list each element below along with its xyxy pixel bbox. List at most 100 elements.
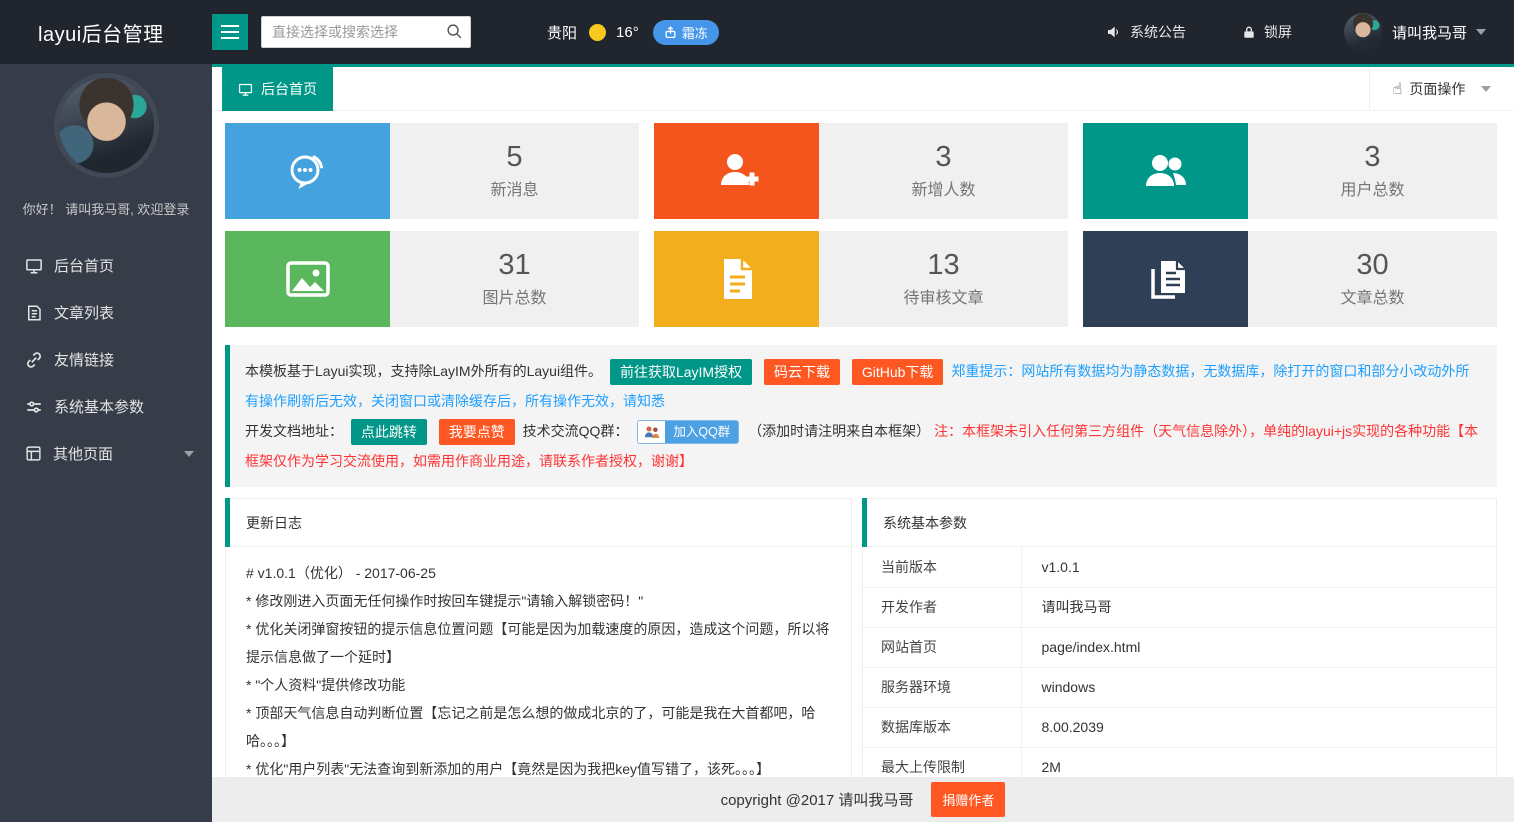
stat-label: 新消息 xyxy=(490,176,538,200)
sidebar: 你好！ 请叫我马哥, 欢迎登录 后台首页 文章列表 友情链接 系统基本参数 其他… xyxy=(0,64,212,822)
quick-search xyxy=(261,16,471,48)
search-input[interactable] xyxy=(261,16,471,48)
chevron-down-icon xyxy=(1481,86,1491,92)
weather-alert-badge[interactable]: 霜冻 xyxy=(653,20,719,45)
docs-label: 开发文档地址： xyxy=(245,423,343,439)
sidebar-item-links[interactable]: 友情链接 xyxy=(0,336,212,383)
table-row: 数据库版本8.00.2039 xyxy=(863,707,1496,747)
join-qq-group-button[interactable]: 加入QQ群 xyxy=(637,420,739,444)
weather-widget[interactable]: 贵阳 16° 霜冻 xyxy=(547,20,719,45)
system-params-panel: 系统基本参数 当前版本v1.0.1 开发作者请叫我马哥 网站首页page/ind… xyxy=(862,498,1497,789)
table-row: 开发作者请叫我马哥 xyxy=(863,587,1496,627)
hand-pointer-icon: ☝ xyxy=(1393,79,1403,99)
file-icon xyxy=(715,255,759,303)
system-announcement-link[interactable]: 系统公告 xyxy=(1106,22,1186,42)
changelog-line: # v1.0.1（优化） - 2017-06-25 xyxy=(246,559,831,587)
table-row: 当前版本v1.0.1 xyxy=(863,547,1496,587)
settings-sliders-icon xyxy=(25,398,43,416)
user-add-icon xyxy=(713,147,761,195)
username: 请叫我马哥 xyxy=(1392,22,1467,43)
monitor-icon xyxy=(25,257,43,275)
stat-value: 13 xyxy=(927,250,959,282)
frost-alert-icon xyxy=(664,26,677,39)
stat-value: 3 xyxy=(1364,142,1380,174)
stat-value: 30 xyxy=(1356,250,1388,282)
sidebar-greeting: 你好！ 请叫我马哥, 欢迎登录 xyxy=(0,199,212,218)
sidebar-item-other-pages[interactable]: 其他页面 xyxy=(0,430,212,477)
like-button[interactable]: 我要点赞 xyxy=(439,419,515,445)
users-icon xyxy=(1140,147,1192,195)
submenu-chevron-icon xyxy=(184,451,194,457)
lock-screen-link[interactable]: 锁屏 xyxy=(1242,22,1292,42)
layim-auth-button[interactable]: 前往获取LayIM授权 xyxy=(610,359,752,385)
search-icon[interactable] xyxy=(446,23,463,40)
changelog-panel: 更新日志 # v1.0.1（优化） - 2017-06-25 * 修改刚进入页面… xyxy=(225,498,852,798)
donate-button[interactable]: 捐赠作者 xyxy=(931,782,1005,817)
sidebar-item-system-params[interactable]: 系统基本参数 xyxy=(0,383,212,430)
qq-group-label: 技术交流QQ群： xyxy=(523,423,629,439)
table-row: 网站首页page/index.html xyxy=(863,627,1496,667)
table-row: 服务器环境windows xyxy=(863,667,1496,707)
sunny-icon xyxy=(589,24,606,41)
main-area: 后台首页 ☝ 页面操作 xyxy=(212,64,1514,822)
stat-label: 图片总数 xyxy=(482,284,546,308)
user-avatar[interactable] xyxy=(1344,13,1382,51)
hamburger-menu-button[interactable] xyxy=(212,14,248,50)
changelog-line: * "个人资料"提供修改功能 xyxy=(246,671,831,699)
panels-row: 更新日志 # v1.0.1（优化） - 2017-06-25 * 修改刚进入页面… xyxy=(225,498,1497,798)
system-params-table: 当前版本v1.0.1 开发作者请叫我马哥 网站首页page/index.html… xyxy=(863,547,1496,788)
copyright-text: copyright @2017 请叫我马哥 xyxy=(721,789,914,810)
qq-people-icon xyxy=(638,421,665,443)
stat-card-total-users[interactable]: 3 用户总数 xyxy=(1083,123,1497,219)
weather-city: 贵阳 xyxy=(547,22,577,43)
gitee-download-button[interactable]: 码云下载 xyxy=(764,359,840,385)
docs-jump-button[interactable]: 点此跳转 xyxy=(351,419,427,445)
stat-label: 文章总数 xyxy=(1340,284,1404,308)
stat-card-new-users[interactable]: 3 新增人数 xyxy=(654,123,1068,219)
sidebar-item-home[interactable]: 后台首页 xyxy=(0,242,212,289)
app-title: layui后台管理 xyxy=(0,18,212,47)
tab-home[interactable]: 后台首页 xyxy=(222,67,333,111)
app-window: layui后台管理 贵阳 16° 霜冻 系统公告 锁屏 xyxy=(0,0,1514,822)
stat-label: 待审核文章 xyxy=(903,284,983,308)
qq-note: （添加时请注明来自本框架） xyxy=(748,423,930,439)
stat-card-new-messages[interactable]: 5 新消息 xyxy=(225,123,639,219)
monitor-icon xyxy=(238,82,253,97)
dashboard-content: 5 新消息 3 新增人数 xyxy=(212,111,1514,798)
stat-card-pending-articles[interactable]: 13 待审核文章 xyxy=(654,231,1068,327)
changelog-title: 更新日志 xyxy=(226,499,851,547)
sidebar-item-articles[interactable]: 文章列表 xyxy=(0,289,212,336)
header-right-area: 系统公告 锁屏 请叫我马哥 xyxy=(1106,13,1514,51)
page-actions-dropdown[interactable]: ☝ 页面操作 xyxy=(1369,67,1514,111)
weather-temperature: 16° xyxy=(616,24,639,41)
changelog-body: # v1.0.1（优化） - 2017-06-25 * 修改刚进入页面无任何操作… xyxy=(226,547,851,797)
notice-intro: 本模板基于Layui实现，支持除LayIM外所有的Layui组件。 xyxy=(245,363,602,379)
notice-block: 本模板基于Layui实现，支持除LayIM外所有的Layui组件。 前往获取La… xyxy=(225,345,1497,487)
chevron-down-icon xyxy=(1476,29,1486,35)
changelog-line: * 顶部天气信息自动判断位置【忘记之前是怎么想的做成北京的了，可能是我在大首都吧… xyxy=(246,699,831,755)
footer: copyright @2017 请叫我马哥 捐赠作者 xyxy=(212,777,1514,822)
pages-icon xyxy=(25,445,42,462)
top-header: layui后台管理 贵阳 16° 霜冻 系统公告 锁屏 xyxy=(0,0,1514,64)
stat-value: 31 xyxy=(498,250,530,282)
speaker-icon xyxy=(1106,24,1122,40)
lock-icon xyxy=(1242,25,1256,40)
stat-value: 5 xyxy=(506,142,522,174)
stat-label: 新增人数 xyxy=(911,176,975,200)
sidebar-avatar[interactable] xyxy=(59,78,154,173)
article-icon xyxy=(25,304,43,322)
stat-cards: 5 新消息 3 新增人数 xyxy=(225,123,1497,327)
tab-bar: 后台首页 ☝ 页面操作 xyxy=(212,67,1514,111)
changelog-line: * 修改刚进入页面无任何操作时按回车键提示"请输入解锁密码！" xyxy=(246,587,831,615)
stat-card-total-images[interactable]: 31 图片总数 xyxy=(225,231,639,327)
stat-card-total-articles[interactable]: 30 文章总数 xyxy=(1083,231,1497,327)
stat-value: 3 xyxy=(935,142,951,174)
github-download-button[interactable]: GitHub下载 xyxy=(852,359,944,385)
changelog-line: * 优化关闭弹窗按钮的提示信息位置问题【可能是因为加载速度的原因，造成这个问题，… xyxy=(246,615,831,671)
image-icon xyxy=(283,257,333,301)
system-params-title: 系统基本参数 xyxy=(863,499,1496,547)
user-menu[interactable]: 请叫我马哥 xyxy=(1392,22,1486,43)
files-icon xyxy=(1141,255,1191,303)
chat-bubble-icon xyxy=(284,147,332,195)
stat-label: 用户总数 xyxy=(1340,176,1404,200)
